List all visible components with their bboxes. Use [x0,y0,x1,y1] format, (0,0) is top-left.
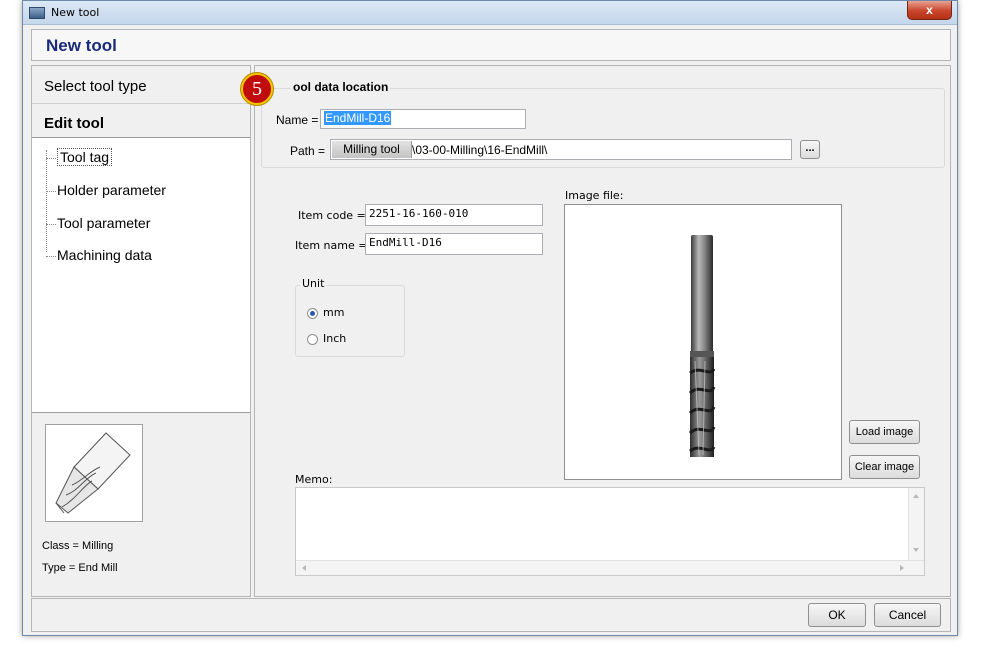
new-tool-dialog: New tool x New tool Select tool type Edi… [22,0,958,636]
tool-type-text: Type = End Mill [42,562,118,574]
tree-item-machining-data[interactable]: Machining data [46,247,152,265]
path-label: Path = [290,144,326,158]
sidebar-divider [32,103,250,104]
title-bar: New tool x [23,1,957,25]
browse-path-button[interactable]: ... [800,140,820,159]
path-root-button[interactable]: Milling tool [332,141,412,158]
close-icon: x [926,3,933,17]
tree-item-tool-parameter[interactable]: Tool parameter [46,215,150,233]
unit-option-inch[interactable]: Inch [307,332,346,345]
item-name-input[interactable]: EndMill-D16 [365,233,543,255]
close-button[interactable]: x [907,1,952,20]
memo-horizontal-scrollbar[interactable] [296,560,924,575]
name-label: Name = [276,113,319,127]
radio-selected-icon [307,307,318,319]
image-preview [564,204,842,480]
tool-name-input[interactable]: EndMill-D16 [320,109,526,129]
page-title: New tool [46,36,117,55]
tool-data-location-title: ool data location [291,80,391,94]
scroll-up-icon[interactable] [913,494,919,498]
step-number-badge: 5 [241,73,273,105]
cancel-button[interactable]: Cancel [874,603,941,627]
item-code-input[interactable]: 2251-16-160-010 [365,204,543,226]
memo-vertical-scrollbar[interactable] [908,488,924,560]
step-edit-tool[interactable]: Edit tool [44,115,104,132]
unit-option-label: mm [323,306,345,319]
scroll-right-icon[interactable] [900,565,904,571]
tree-item-label: Holder parameter [57,182,166,198]
tree-item-label: Machining data [57,247,152,263]
scroll-down-icon[interactable] [913,548,919,552]
wizard-sidebar: Select tool type Edit tool Tool tag Hold… [31,65,251,597]
tree-item-label: Tool parameter [57,215,151,231]
dialog-footer: OK Cancel [31,598,951,632]
unit-group [295,285,405,357]
tool-thumbnail [45,424,143,522]
image-file-label: Image file: [565,189,624,202]
tool-name-value: EndMill-D16 [324,111,392,125]
scroll-left-icon[interactable] [302,565,306,571]
window-app-icon [29,7,45,19]
edit-tool-tree: Tool tag Holder parameter Tool parameter… [32,137,250,413]
radio-unselected-icon [307,333,318,345]
item-name-label: Item name = [295,239,368,252]
tool-class-text: Class = Milling [42,540,114,552]
ok-button[interactable]: OK [808,603,866,627]
clear-image-button[interactable]: Clear image [849,455,920,479]
window-title: New tool [51,6,100,19]
item-code-label: Item code = [298,209,366,222]
end-mill-thumbnail-icon [55,432,131,514]
unit-option-label: Inch [323,332,347,345]
dialog-header: New tool [31,29,951,61]
edit-tool-form: ool data location Name = EndMill-D16 Pat… [254,65,951,597]
tree-item-tool-tag[interactable]: Tool tag [46,148,113,167]
path-field[interactable]: Milling tool \03-00-Milling\16-EndMill\ [330,139,792,160]
unit-group-title: Unit [300,277,327,290]
load-image-button[interactable]: Load image [849,420,920,444]
tree-item-label: Tool tag [57,148,113,166]
end-mill-preview-image [688,235,716,457]
tree-item-holder-parameter[interactable]: Holder parameter [46,182,166,200]
step-select-tool-type[interactable]: Select tool type [44,78,147,95]
path-value: \03-00-Milling\16-EndMill\ [412,143,548,157]
unit-option-mm[interactable]: mm [307,306,344,319]
memo-label: Memo: [295,473,333,486]
memo-textarea[interactable] [295,487,925,576]
